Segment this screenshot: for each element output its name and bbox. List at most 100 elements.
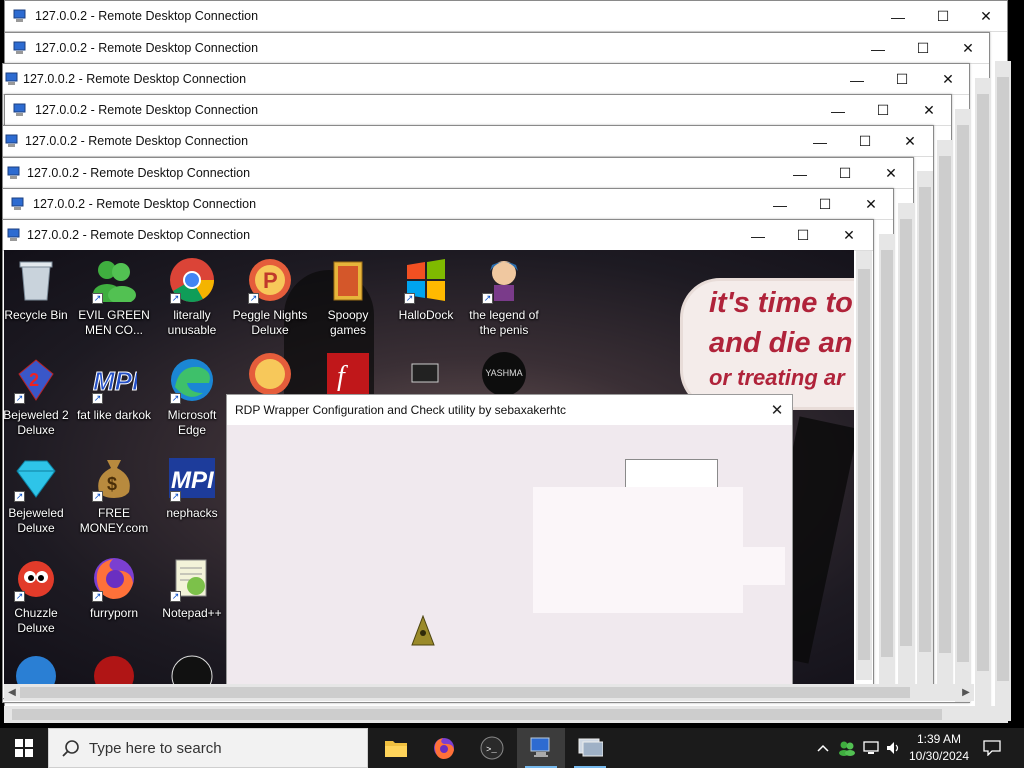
maximize-button[interactable]: ☐ [879,64,925,95]
desktop-icon-peggle-nights[interactable]: P ↗ Peggle Nights Deluxe [232,256,308,338]
horizontal-scrollbar-outer[interactable] [4,706,1008,723]
taskbar-rdp-config[interactable] [566,728,614,768]
minimize-button[interactable]: — [855,33,901,64]
taskbar-file-explorer[interactable] [372,728,420,768]
desktop-icon-evil-green-men[interactable]: ↗ EVIL GREEN MEN CO... [76,256,152,338]
rdp-title-bar-4[interactable]: 127.0.0.2 - Remote Desktop Connection — … [5,95,951,126]
screen: 127.0.0.2 - Remote Desktop Connection — … [0,0,1024,768]
rdp-title-bar-3[interactable]: 127.0.0.2 - Remote Desktop Connection — … [3,64,969,95]
minimize-button[interactable]: — [875,1,921,32]
minimize-button[interactable]: — [777,158,823,189]
taskbar-clock[interactable]: 1:39 AM 10/30/2024 [904,731,974,765]
desktop-icon-hallodock[interactable]: ↗ HalloDock [388,256,464,323]
notifications-button[interactable] [980,728,1004,768]
notification-icon [983,740,1001,756]
vertical-scrollbar-6[interactable] [898,203,914,686]
dialog-text-field[interactable] [625,459,718,488]
firefox-icon [434,738,454,759]
minimize-button[interactable]: — [757,189,803,220]
close-button[interactable]: ✕ [826,220,872,251]
maximize-button[interactable]: ☐ [920,1,966,32]
close-button[interactable]: ✕ [925,64,971,95]
rdp-title-bar-6[interactable]: 127.0.0.2 - Remote Desktop Connection — … [3,158,913,189]
chuzzle-icon: ↗ [12,554,60,602]
taskbar-firefox[interactable] [420,728,468,768]
desktop-icon-partial-red[interactable] [76,652,152,684]
rdp-title-bar-7[interactable]: 127.0.0.2 - Remote Desktop Connection — … [3,189,893,220]
network-tray-button[interactable] [860,728,882,768]
scroll-right-icon[interactable]: ▶ [958,684,974,701]
minimize-button[interactable]: — [815,95,861,126]
dialog-close-button[interactable]: ✕ [762,395,792,425]
desktop-icon-bejeweled[interactable]: ↗ Bejeweled Deluxe [4,454,74,536]
maximize-button[interactable]: ☐ [900,33,946,64]
taskbar-remote-desktop[interactable] [517,728,565,768]
close-button[interactable]: ✕ [868,158,914,189]
rdp-title-text: 127.0.0.2 - Remote Desktop Connection [27,228,251,242]
speaker-icon [887,742,899,754]
desktop-icon-chuzzle[interactable]: ↗ Chuzzle Deluxe [4,554,74,636]
volume-tray-button[interactable] [883,728,905,768]
vertical-scrollbar-2[interactable] [975,78,991,711]
maximize-button[interactable]: ☐ [802,189,848,220]
desktop-icon-notepadpp[interactable]: ↗ Notepad++ [154,554,230,621]
dialog-title-bar[interactable]: RDP Wrapper Configuration and Check util… [227,395,792,425]
tray-app[interactable] [836,728,858,768]
rdp-title-bar-2[interactable]: 127.0.0.2 - Remote Desktop Connection — … [5,33,989,64]
close-button[interactable]: ✕ [848,189,894,220]
rdp-app-icon [13,9,28,23]
vertical-scrollbar-8[interactable] [856,251,872,680]
dialog-blank-panel [533,487,743,613]
vertical-scrollbar-5[interactable] [917,171,933,692]
green-people-icon: ↗ [90,256,138,304]
minimize-button[interactable]: — [834,64,880,95]
desktop-icon-partial-monitor[interactable] [388,350,464,398]
desktop-icon-furryporn[interactable]: ↗ furryporn [76,554,152,621]
desktop-icon-legend[interactable]: ↗ the legend of the penis [466,256,542,338]
vertical-scrollbar-4[interactable] [937,140,953,693]
start-button[interactable] [0,728,48,768]
maximize-button[interactable]: ☐ [822,158,868,189]
desktop-icon-fat-like-darkok[interactable]: MPI ↗ fat like darkok [76,356,152,423]
maximize-button[interactable]: ☐ [860,95,906,126]
desktop-icon-partial-flash[interactable]: f [310,350,386,398]
desktop-icon-partial-peggle[interactable] [232,350,308,398]
rdp-title-bar-8[interactable]: 127.0.0.2 - Remote Desktop Connection — … [3,220,873,251]
recycle-bin-icon [12,256,60,304]
desktop-icon-partial-blue[interactable] [4,652,74,684]
desktop-icon-nephacks[interactable]: MPI ↗ nephacks [154,454,230,521]
desktop-icon-bejeweled2[interactable]: 2 ↗ Bejeweled 2 Deluxe [4,356,74,438]
vertical-scrollbar-7[interactable] [879,234,895,697]
rdp-title-bar-5[interactable]: 127.0.0.2 - Remote Desktop Connection — … [3,126,933,157]
close-button[interactable]: ✕ [963,1,1009,32]
vertical-scrollbar-3[interactable] [955,109,971,702]
show-hidden-icons-button[interactable] [814,728,832,768]
rdp-wrapper-dialog[interactable]: RDP Wrapper Configuration and Check util… [226,394,793,694]
maximize-button[interactable]: ☐ [780,220,826,251]
desktop-icon-spoopy-games[interactable]: Spoopy games [310,256,386,338]
taskbar-terminal[interactable]: >_ [468,728,516,768]
svg-text:MPI: MPI [93,366,137,396]
maximize-button[interactable]: ☐ [842,126,888,157]
svg-text:MPI: MPI [171,467,215,494]
windows-logo-icon: ↗ [402,256,450,304]
desktop-icon-literally-unusable[interactable]: ↗ literally unusable [154,256,230,338]
svg-text:P: P [263,268,278,293]
desktop-icon-free-money[interactable]: $ ↗ FREE MONEY.com [76,454,152,536]
desktop-icon-microsoft-edge[interactable]: ↗ Microsoft Edge [154,356,230,438]
minimize-button[interactable]: — [735,220,781,251]
desktop-icon-partial-dark[interactable] [154,652,230,684]
close-button[interactable]: ✕ [887,126,933,157]
minimize-button[interactable]: — [797,126,843,157]
close-button[interactable]: ✕ [906,95,952,126]
desktop-icon-partial-yashma[interactable]: YASHMA [466,350,542,398]
rdp-title-bar-1[interactable]: 127.0.0.2 - Remote Desktop Connection — … [5,1,1007,32]
close-button[interactable]: ✕ [945,33,991,64]
desktop-icon-recycle-bin[interactable]: Recycle Bin [4,256,74,323]
taskbar-search-box[interactable]: Type here to search [48,728,368,768]
vertical-scrollbar-1[interactable] [995,61,1011,721]
rdp-app-icon [11,197,26,211]
scroll-left-icon[interactable]: ◀ [4,684,20,701]
horizontal-scrollbar-inner[interactable]: ◀ ▶ [4,684,974,701]
windows-start-icon [15,739,33,757]
